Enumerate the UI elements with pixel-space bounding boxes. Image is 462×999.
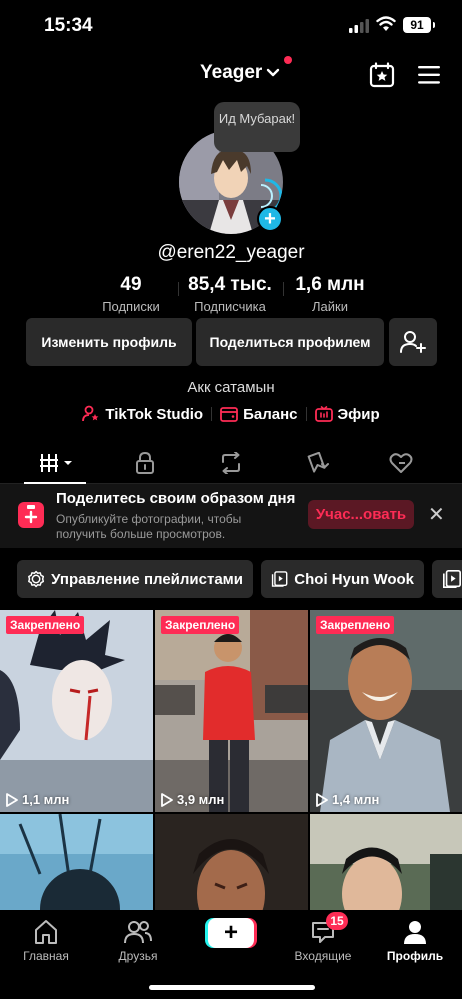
- promo-participate-button[interactable]: Учас...овать: [308, 500, 414, 529]
- wifi-icon: [376, 16, 396, 31]
- nav-label: Входящие: [294, 949, 352, 963]
- profile-icon: [404, 921, 426, 944]
- stat-label: Подписки: [102, 299, 160, 314]
- create-button[interactable]: +: [208, 918, 254, 948]
- tab-liked[interactable]: [381, 448, 421, 478]
- live-link[interactable]: Эфир: [307, 406, 388, 423]
- video-thumbnail[interactable]: [155, 814, 308, 910]
- close-icon[interactable]: ✕: [428, 505, 445, 525]
- add-user-icon: [400, 331, 426, 353]
- person-star-icon: [82, 405, 99, 422]
- following-stat[interactable]: 49 Подписки: [76, 274, 186, 314]
- tiktok-studio-link[interactable]: TikTok Studio: [74, 405, 211, 423]
- video-thumbnail[interactable]: Закреплено 1,4 млн: [310, 610, 462, 812]
- heart-icon: [389, 453, 413, 473]
- tab-favorites[interactable]: [298, 448, 338, 478]
- tab-private[interactable]: [125, 448, 165, 478]
- tab-videos[interactable]: [34, 448, 80, 478]
- profile-handle: @eren22_yeager: [157, 242, 305, 263]
- play-icon: [6, 792, 18, 807]
- add-story-button[interactable]: +: [257, 206, 283, 232]
- account-name: Yeager: [200, 62, 263, 83]
- notification-dot: [284, 56, 293, 64]
- plus-icon: +: [223, 919, 238, 946]
- link-label: TikTok Studio: [105, 405, 204, 423]
- nav-label: Главная: [23, 949, 69, 963]
- promo-subtitle: Опубликуйте фотографии, чтобы получить б…: [56, 512, 242, 541]
- promo-title: Поделитесь своим образом дня: [56, 490, 296, 507]
- chevron-down-icon: [267, 68, 280, 77]
- link-label: Эфир: [337, 405, 380, 423]
- video-thumbnail[interactable]: [310, 814, 462, 910]
- view-count: 3,9 млн: [161, 792, 224, 807]
- repost-icon: [222, 452, 240, 474]
- video-thumbnail[interactable]: [0, 814, 153, 910]
- followers-stat[interactable]: 85,4 тыс. Подписчика: [175, 274, 285, 314]
- status-bar: 15:34 91: [0, 0, 462, 52]
- pinned-badge: Закреплено: [161, 616, 240, 634]
- nav-profile[interactable]: Профиль: [370, 918, 460, 963]
- playlist-icon: [271, 571, 288, 587]
- menu-icon[interactable]: [418, 66, 440, 84]
- playlist-icon: [443, 570, 461, 588]
- edit-profile-button[interactable]: Изменить профиль: [26, 318, 192, 366]
- play-icon: [316, 792, 328, 807]
- signal-icon: [349, 19, 369, 33]
- stat-value: 1,6 млн: [295, 274, 365, 295]
- nav-home[interactable]: Главная: [1, 918, 91, 963]
- bookmark-icon: [307, 452, 329, 473]
- video-grid: Закреплено 1,1 млн Закреплено 3,9 млн За…: [0, 610, 462, 910]
- lock-icon: [136, 452, 154, 474]
- manage-playlists-button[interactable]: Управление плейлистами: [17, 560, 253, 598]
- pinned-badge: Закреплено: [316, 616, 395, 634]
- profile-bio: Акк сатамын: [187, 379, 275, 396]
- tv-icon: [314, 406, 333, 422]
- balance-link[interactable]: Баланс: [212, 406, 305, 423]
- friends-icon: [124, 921, 152, 944]
- calendar-star-icon[interactable]: [369, 62, 395, 88]
- view-count-label: 1,4 млн: [332, 792, 380, 807]
- link-label: Баланс: [243, 405, 298, 423]
- video-thumbnail[interactable]: Закреплено 3,9 млн: [155, 610, 308, 812]
- likes-stat[interactable]: 1,6 млн Лайки: [275, 274, 385, 314]
- grid-icon: [40, 454, 72, 472]
- profile-links: TikTok Studio Баланс Эфир: [0, 405, 462, 423]
- home-indicator: [149, 985, 315, 990]
- stat-label: Лайки: [312, 299, 348, 314]
- top-bar: Yeager: [0, 56, 462, 92]
- view-count: 1,1 млн: [6, 792, 69, 807]
- battery-indicator: 91: [403, 17, 435, 33]
- pinned-badge: Закреплено: [6, 616, 85, 634]
- tab-reposts[interactable]: [211, 448, 251, 478]
- stat-value: 85,4 тыс.: [188, 274, 272, 295]
- nav-inbox[interactable]: Входящие: [278, 918, 368, 963]
- view-count: 1,4 млн: [316, 792, 379, 807]
- nav-label: Профиль: [386, 949, 444, 963]
- nav-label: Друзья: [118, 949, 158, 963]
- playlists-row: Управление плейлистами Choi Hyun Wook: [0, 560, 462, 598]
- account-switcher[interactable]: Yeager: [200, 56, 293, 84]
- add-friends-button[interactable]: [389, 318, 437, 366]
- chip-label: Управление плейлистами: [51, 570, 243, 588]
- content-tabs: [0, 444, 462, 484]
- share-profile-button[interactable]: Поделиться профилем: [196, 318, 384, 366]
- status-time: 15:34: [44, 15, 93, 36]
- playlist-chip[interactable]: Choi Hyun Wook: [261, 560, 424, 598]
- stat-value: 49: [120, 274, 142, 295]
- nav-friends[interactable]: Друзья: [93, 918, 183, 963]
- status-bubble: Ид Мубарак!: [214, 102, 300, 152]
- playlist-chip-more[interactable]: [432, 560, 462, 598]
- inbox-badge: 15: [326, 912, 348, 930]
- play-icon: [161, 792, 173, 807]
- view-count-label: 3,9 млн: [177, 792, 225, 807]
- stat-label: Подписчика: [194, 299, 266, 314]
- home-icon: [35, 920, 57, 944]
- chip-label: Choi Hyun Wook: [294, 570, 414, 588]
- camera-plus-icon: [18, 502, 44, 528]
- promo-banner: Поделитесь своим образом дня Опубликуйте…: [0, 484, 462, 548]
- wallet-icon: [220, 407, 238, 422]
- view-count-label: 1,1 млн: [22, 792, 70, 807]
- video-thumbnail[interactable]: Закреплено 1,1 млн: [0, 610, 153, 812]
- gear-icon: [28, 570, 45, 588]
